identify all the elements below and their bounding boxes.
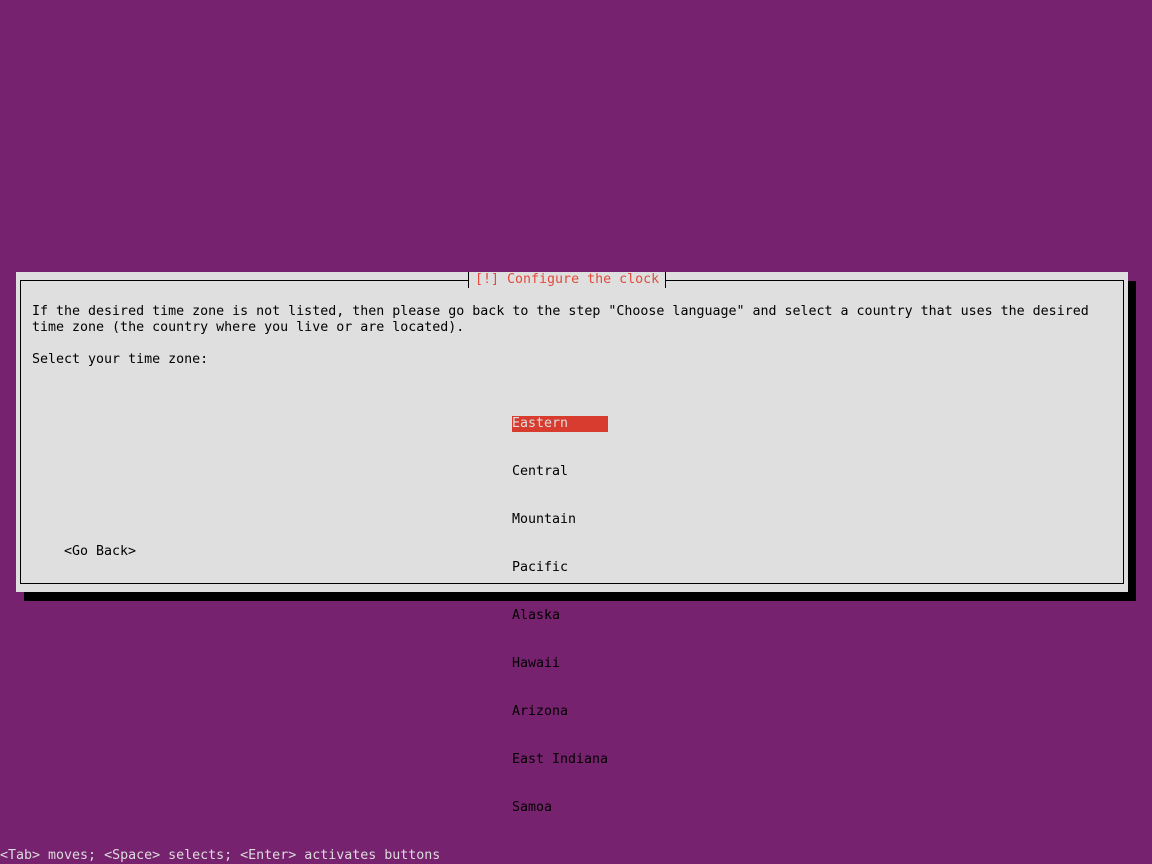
timezone-item-alaska[interactable]: Alaska xyxy=(512,608,608,624)
timezone-item-mountain[interactable]: Mountain xyxy=(512,512,608,528)
dialog-message: If the desired time zone is not listed, … xyxy=(32,304,1089,336)
timezone-item-east-indiana[interactable]: East Indiana xyxy=(512,752,608,768)
timezone-list: Eastern Central Mountain Pacific Alaska … xyxy=(512,384,608,848)
timezone-item-eastern[interactable]: Eastern xyxy=(512,416,608,432)
timezone-prompt: Select your time zone: xyxy=(32,352,209,367)
status-bar-hint: <Tab> moves; <Space> selects; <Enter> ac… xyxy=(0,848,441,863)
timezone-item-pacific[interactable]: Pacific xyxy=(512,560,608,576)
timezone-item-hawaii[interactable]: Hawaii xyxy=(512,656,608,672)
timezone-item-central[interactable]: Central xyxy=(512,464,608,480)
configure-clock-dialog: [!] Configure the clock If the desired t… xyxy=(16,272,1128,815)
dialog-message-line-1: If the desired time zone is not listed, … xyxy=(32,304,1089,319)
go-back-button[interactable]: <Go Back> xyxy=(64,544,136,560)
timezone-item-samoa[interactable]: Samoa xyxy=(512,800,608,816)
timezone-item-arizona[interactable]: Arizona xyxy=(512,704,608,720)
dialog-message-line-2: time zone (the country where you live or… xyxy=(32,320,465,335)
dialog-title: [!] Configure the clock xyxy=(468,272,667,288)
